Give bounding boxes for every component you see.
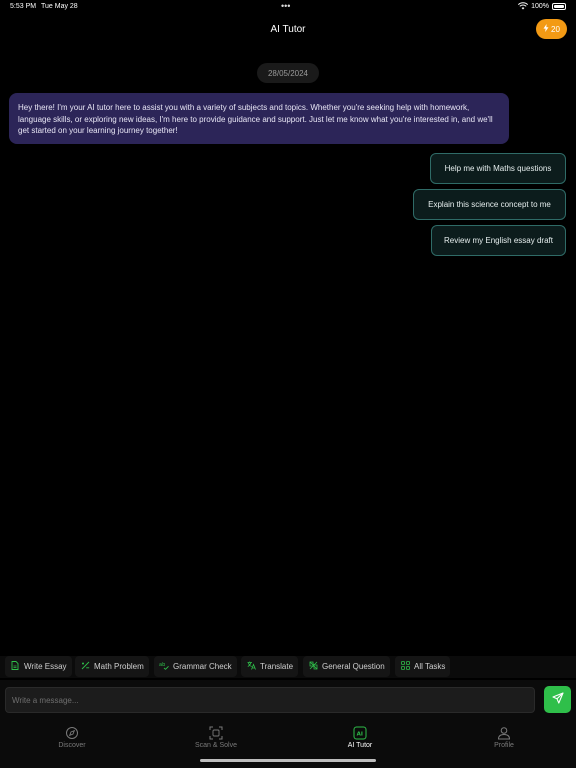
quick-action-label: Math Problem (94, 662, 144, 671)
tab-label: Scan & Solve (194, 742, 238, 749)
status-bar: 5:53 PM Tue May 28 ••• 100% (0, 0, 576, 14)
suggestion-science[interactable]: Explain this science concept to me (413, 189, 566, 220)
status-time: 5:53 PM (10, 3, 37, 10)
quick-action-general-question[interactable]: General Question (303, 656, 390, 677)
compass-icon (65, 726, 79, 740)
document-icon (10, 661, 20, 672)
tab-profile[interactable]: Profile (454, 726, 554, 756)
suggestion-maths[interactable]: Help me with Maths questions (430, 153, 566, 184)
send-icon (551, 691, 564, 709)
lightning-icon (543, 24, 549, 34)
tab-scan-solve[interactable]: Scan & Solve (166, 726, 266, 756)
credits-count: 20 (551, 24, 560, 34)
ai-icon: AI (353, 726, 367, 740)
status-date: Tue May 28 (41, 3, 78, 10)
math-icon (80, 661, 90, 672)
tab-label: Profile (494, 742, 514, 749)
tab-ai-tutor[interactable]: AI AI Tutor (310, 726, 410, 756)
quick-actions-bar: Write Essay Math Problem ab Grammar Chec… (0, 656, 576, 678)
chat-date: 28/05/2024 (257, 63, 319, 83)
quick-action-label: Write Essay (24, 662, 67, 671)
quick-action-all-tasks[interactable]: All Tasks (395, 656, 451, 677)
page-title: AI Tutor (270, 24, 306, 35)
abc-icon: ab (159, 661, 169, 672)
ai-message-bubble: Hey there! I'm your AI tutor here to ass… (9, 93, 509, 144)
quick-action-write-essay[interactable]: Write Essay (5, 656, 72, 677)
quick-action-math-problem[interactable]: Math Problem (75, 656, 149, 677)
tab-discover[interactable]: Discover (22, 726, 122, 756)
battery-percent: 100% (531, 2, 549, 10)
tab-label: AI Tutor (347, 742, 373, 749)
status-indicators: 100% (518, 2, 566, 10)
wifi-icon (518, 2, 529, 10)
send-button[interactable] (544, 686, 571, 713)
puzzle-icon (308, 661, 318, 672)
quick-action-label: All Tasks (414, 662, 446, 671)
home-indicator (200, 759, 376, 762)
multitasking-dots[interactable]: ••• (281, 1, 290, 11)
quick-action-label: General Question (322, 662, 385, 671)
person-icon (497, 726, 511, 740)
quick-action-translate[interactable]: Translate (241, 656, 299, 677)
message-input[interactable] (5, 687, 535, 713)
quick-action-label: Grammar Check (173, 662, 232, 671)
translate-icon (246, 661, 256, 672)
svg-text:AI: AI (357, 731, 363, 737)
svg-text:ab: ab (159, 662, 165, 668)
scan-icon (209, 726, 223, 740)
tab-label: Discover (58, 742, 86, 749)
quick-action-label: Translate (260, 662, 294, 671)
suggestion-english[interactable]: Review my English essay draft (431, 225, 566, 256)
quick-action-grammar-check[interactable]: ab Grammar Check (154, 656, 237, 677)
grid-icon (400, 661, 410, 672)
credits-badge[interactable]: 20 (536, 19, 567, 39)
battery-icon (552, 2, 566, 10)
